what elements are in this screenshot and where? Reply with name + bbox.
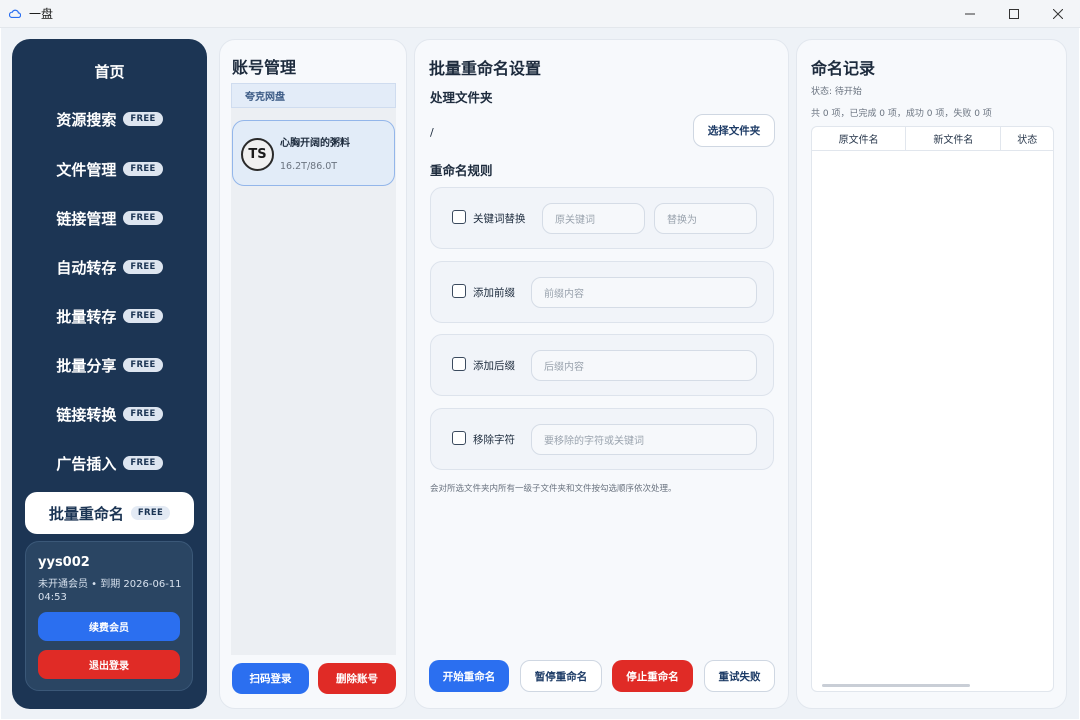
rule-add-suffix: 添加后缀 后缀内容 xyxy=(430,334,774,396)
remove-chars-input[interactable]: 要移除的字符或关键词 xyxy=(531,424,757,455)
sidebar-item-label: 批量重命名 xyxy=(48,504,124,523)
sidebar-item-label: 批量分享 xyxy=(56,356,117,375)
sidebar: 首页 资源搜索 FREE 文件管理 FREE 链接管理 FREE 自动转存 FR… xyxy=(12,39,207,709)
account-list: TS 心胸开阔的粥料 16.2T/86.0T xyxy=(231,108,396,655)
user-card: yys002 未开通会员 • 到期 2026-06-11 04:53 续费会员 … xyxy=(25,541,193,691)
sidebar-item-label: 资源搜索 xyxy=(56,110,117,129)
rules-section-title: 重命名规则 xyxy=(430,163,493,178)
free-badge: FREE xyxy=(123,456,163,470)
free-badge: FREE xyxy=(130,506,171,520)
retry-failed-button[interactable]: 重试失败 xyxy=(704,660,775,692)
sidebar-item-label: 广告插入 xyxy=(56,454,117,473)
title-bar: 一盘 xyxy=(0,0,1080,28)
start-rename-button[interactable]: 开始重命名 xyxy=(429,660,509,692)
free-badge: FREE xyxy=(123,260,163,274)
sidebar-item-label: 批量转存 xyxy=(56,307,117,326)
remove-chars-checkbox[interactable] xyxy=(452,431,466,445)
sidebar-item-file-management[interactable]: 文件管理 FREE xyxy=(25,148,194,190)
sidebar-item-ad-insert[interactable]: 广告插入 FREE xyxy=(25,442,194,484)
settings-title: 批量重命名设置 xyxy=(429,59,542,78)
account-panel-title: 账号管理 xyxy=(232,58,297,77)
sidebar-item-batch-save[interactable]: 批量转存 FREE xyxy=(25,295,194,337)
choose-folder-button[interactable]: 选择文件夹 xyxy=(693,114,775,147)
scan-login-button[interactable]: 扫码登录 xyxy=(232,663,309,694)
sidebar-item-link-management[interactable]: 链接管理 FREE xyxy=(25,197,194,239)
close-icon[interactable] xyxy=(1036,0,1080,28)
sidebar-item-link-convert[interactable]: 链接转换 FREE xyxy=(25,393,194,435)
suffix-input[interactable]: 后缀内容 xyxy=(531,350,757,381)
renew-membership-button[interactable]: 续费会员 xyxy=(38,612,180,641)
hint-text: 会对所选文件夹内所有一级子文件夹和文件按勾选顺序依次处理。 xyxy=(430,484,677,494)
sidebar-item-batch-rename[interactable]: 批量重命名 FREE xyxy=(25,492,194,534)
rename-log-panel: 命名记录 状态: 待开始 共 0 项，已完成 0 项，成功 0 项，失败 0 项… xyxy=(796,39,1067,709)
rule-label: 移除字符 xyxy=(473,434,515,446)
account-panel: 账号管理 夸克网盘 TS 心胸开阔的粥料 16.2T/86.0T 扫码登录 删除… xyxy=(219,39,407,709)
free-badge: FREE xyxy=(123,112,163,126)
keyword-replace-checkbox[interactable] xyxy=(452,210,466,224)
maximize-icon[interactable] xyxy=(992,0,1036,28)
window-title: 一盘 xyxy=(29,7,54,21)
replace-with-input[interactable]: 替换为 xyxy=(654,203,757,234)
free-badge: FREE xyxy=(123,162,163,176)
logout-button[interactable]: 退出登录 xyxy=(38,650,180,679)
delete-account-button[interactable]: 删除账号 xyxy=(318,663,396,694)
column-header-new-name[interactable]: 新文件名 xyxy=(906,127,1002,150)
free-badge: FREE xyxy=(123,407,163,421)
rule-keyword-replace: 关键词替换 原关键词 替换为 xyxy=(430,187,774,249)
free-badge: FREE xyxy=(123,358,163,372)
rule-label: 关键词替换 xyxy=(473,213,526,225)
column-header-original-name[interactable]: 原文件名 xyxy=(812,127,907,150)
log-summary: 共 0 项，已完成 0 项，成功 0 项，失败 0 项 xyxy=(811,109,992,119)
original-keyword-input[interactable]: 原关键词 xyxy=(542,203,645,234)
sidebar-item-batch-share[interactable]: 批量分享 FREE xyxy=(25,344,194,386)
pause-rename-button[interactable]: 暂停重命名 xyxy=(520,660,602,692)
folder-path: / xyxy=(430,126,434,139)
membership-status: 未开通会员 • 到期 2026-06-11 04:53 xyxy=(38,579,182,603)
rule-remove-chars: 移除字符 要移除的字符或关键词 xyxy=(430,408,774,470)
account-quota: 16.2T/86.0T xyxy=(280,161,338,172)
rule-label: 添加前缀 xyxy=(473,287,515,299)
prefix-input[interactable]: 前缀内容 xyxy=(531,277,757,308)
tab-quark-drive[interactable]: 夸克网盘 xyxy=(231,83,396,108)
add-prefix-checkbox[interactable] xyxy=(452,284,466,298)
folder-section-title: 处理文件夹 xyxy=(430,90,493,105)
account-item[interactable]: TS 心胸开阔的粥料 16.2T/86.0T xyxy=(232,120,395,186)
stop-rename-button[interactable]: 停止重命名 xyxy=(612,660,693,692)
free-badge: FREE xyxy=(123,309,163,323)
rule-label: 添加后缀 xyxy=(473,360,515,372)
sidebar-item-resource-search[interactable]: 资源搜索 FREE xyxy=(25,98,194,140)
rule-add-prefix: 添加前缀 前缀内容 xyxy=(430,261,774,323)
minimize-icon[interactable] xyxy=(948,0,992,28)
avatar: TS xyxy=(241,138,274,171)
sidebar-item-home[interactable]: 首页 xyxy=(25,50,194,92)
sidebar-item-label: 首页 xyxy=(94,62,125,81)
rename-settings-panel: 批量重命名设置 处理文件夹 / 选择文件夹 重命名规则 关键词替换 原关键词 替… xyxy=(414,39,789,709)
sidebar-item-label: 文件管理 xyxy=(56,160,117,179)
column-header-status[interactable]: 状态 xyxy=(1001,127,1053,150)
log-status: 状态: 待开始 xyxy=(811,87,862,97)
account-name: 心胸开阔的粥料 xyxy=(280,138,350,149)
log-table-header: 原文件名 新文件名 状态 xyxy=(812,127,1053,151)
user-name: yys002 xyxy=(38,555,90,570)
sidebar-item-label: 链接管理 xyxy=(56,209,117,228)
log-table: 原文件名 新文件名 状态 xyxy=(811,126,1054,692)
sidebar-item-auto-save[interactable]: 自动转存 FREE xyxy=(25,246,194,288)
log-title: 命名记录 xyxy=(811,59,876,78)
free-badge: FREE xyxy=(123,211,163,225)
sidebar-item-label: 自动转存 xyxy=(56,258,117,277)
cloud-icon xyxy=(9,9,21,19)
sidebar-item-label: 链接转换 xyxy=(56,405,117,424)
horizontal-scrollbar[interactable] xyxy=(822,684,970,687)
add-suffix-checkbox[interactable] xyxy=(452,357,466,371)
